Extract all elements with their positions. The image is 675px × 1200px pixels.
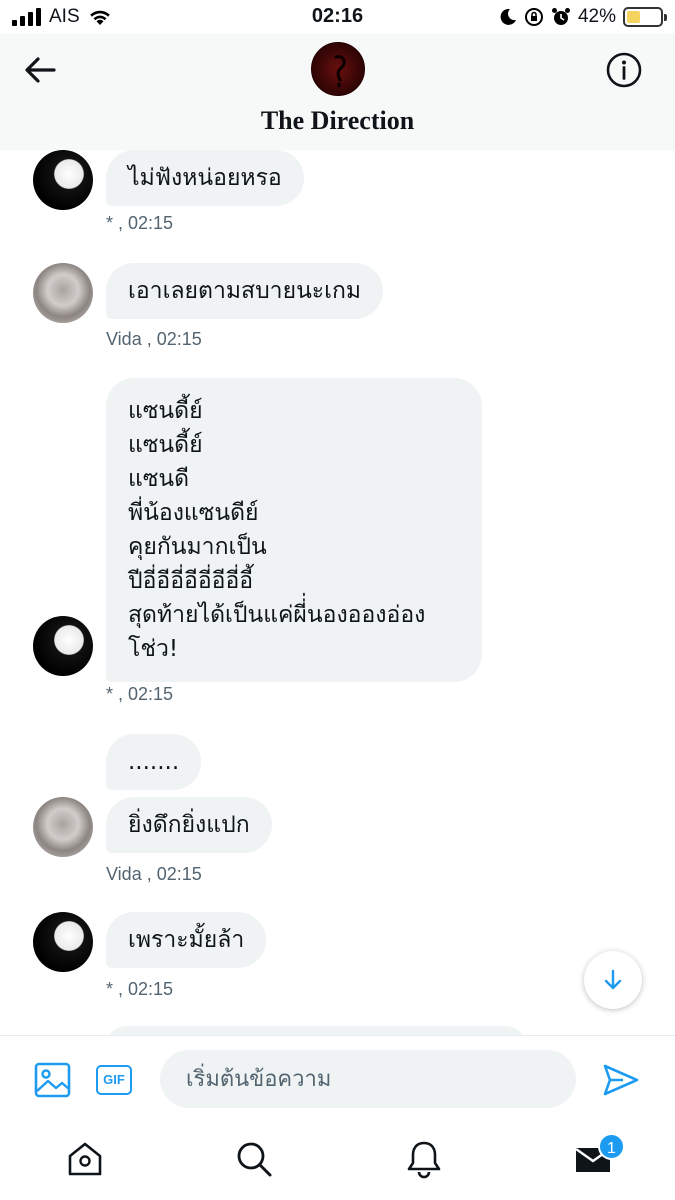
status-bar: AIS 02:16 42% [0,0,675,34]
sender-avatar[interactable] [33,263,93,323]
conversation-title: The Direction [260,106,415,135]
home-icon[interactable] [65,1139,105,1179]
battery-charging-icon [623,7,667,27]
gif-button[interactable]: GIF [96,1065,132,1095]
sender-avatar[interactable] [33,912,93,972]
message-bubble[interactable]: เอาเลยตามสบายนะเกม [106,263,384,319]
message-meta: Vida , 02:15 [106,864,202,884]
sender-avatar[interactable] [33,616,93,676]
status-right: 42% [499,6,667,28]
alarm-icon [551,8,570,25]
search-icon[interactable] [234,1139,274,1179]
battery-percent: 42% [577,6,616,27]
back-arrow-icon[interactable] [20,52,60,88]
bottom-tab-bar [0,1123,675,1200]
message-meta: * , 02:15 [106,213,174,233]
info-icon[interactable] [605,51,643,89]
message-bubble[interactable]: ยิ่งดึกยิ่งแปก [106,797,272,853]
message-composer: GIF [0,1035,675,1123]
messages-badge: 1 [598,1133,625,1160]
message-bubble[interactable]: แซนดี้ย์ แซนดี้ย์ แซนดี พี่น้องแซนดีย์ ค… [106,378,482,682]
message-bubble[interactable]: เพราะมั้ยล้า [106,912,267,968]
arrow-down-icon [604,969,622,990]
group-avatar-mark [334,55,346,88]
conversation-header: The Direction [0,34,675,150]
message-bubble-partial[interactable] [106,1026,526,1035]
notifications-bell-icon[interactable] [404,1139,444,1179]
scroll-to-bottom-button[interactable] [584,951,642,1009]
message-bubble[interactable]: ไม่ฟังหน่อยหรอ [106,150,304,206]
rotation-lock-icon [524,8,543,26]
image-icon[interactable] [33,1060,73,1100]
group-avatar[interactable] [311,42,365,96]
sender-avatar[interactable] [33,797,93,857]
sender-avatar[interactable] [33,150,93,210]
send-icon[interactable] [601,1060,641,1100]
message-input[interactable] [160,1050,576,1108]
message-bubble[interactable]: ....... [106,734,202,790]
battery-level [627,11,641,23]
message-meta: * , 02:15 [106,979,174,999]
moon-icon [500,8,516,25]
message-meta: Vida , 02:15 [106,329,202,349]
message-list[interactable]: ไม่ฟังหน่อยหรอ * , 02:15 เอาเลยตามสบายนะ… [0,150,675,1035]
message-meta: * , 02:15 [106,684,174,704]
